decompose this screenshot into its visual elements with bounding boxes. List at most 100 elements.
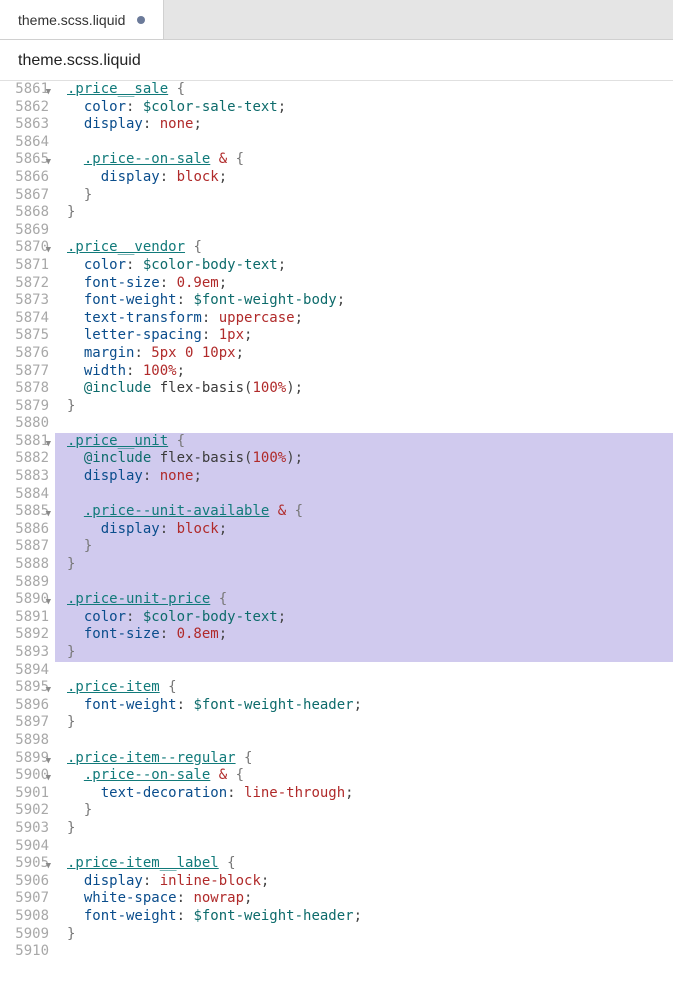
gutter-line: 5900▼	[0, 767, 49, 785]
code-line[interactable]: text-decoration: line-through;	[55, 785, 673, 803]
gutter-line: 5875	[0, 327, 49, 345]
code-line[interactable]: .price--on-sale & {	[55, 767, 673, 785]
gutter-line: 5883	[0, 468, 49, 486]
gutter-line: 5898	[0, 732, 49, 750]
gutter-line: 5909	[0, 926, 49, 944]
code-line[interactable]: font-size: 0.8em;	[55, 626, 673, 644]
code-line[interactable]: .price-item--regular {	[55, 750, 673, 768]
gutter-line: 5877	[0, 363, 49, 381]
code-line[interactable]: font-weight: $font-weight-body;	[55, 292, 673, 310]
gutter-line: 5876	[0, 345, 49, 363]
gutter-line: 5902	[0, 802, 49, 820]
tab-label: theme.scss.liquid	[18, 12, 125, 28]
code-line[interactable]: .price__vendor {	[55, 239, 673, 257]
code-line[interactable]: color: $color-body-text;	[55, 609, 673, 627]
code-line[interactable]: .price__sale {	[55, 81, 673, 99]
code-line[interactable]: .price-item__label {	[55, 855, 673, 873]
code-line[interactable]: color: $color-body-text;	[55, 257, 673, 275]
breadcrumb-file: theme.scss.liquid	[18, 52, 141, 69]
gutter-line: 5874	[0, 310, 49, 328]
code-line[interactable]: width: 100%;	[55, 363, 673, 381]
gutter-line: 5897	[0, 714, 49, 732]
code-line[interactable]	[55, 134, 673, 152]
code-line[interactable]: margin: 5px 0 10px;	[55, 345, 673, 363]
gutter-line: 5887	[0, 538, 49, 556]
gutter-line: 5865▼	[0, 151, 49, 169]
gutter-line: 5885▼	[0, 503, 49, 521]
code-line[interactable]: .price-item {	[55, 679, 673, 697]
gutter-line: 5888	[0, 556, 49, 574]
code-line[interactable]	[55, 732, 673, 750]
code-line[interactable]: display: inline-block;	[55, 873, 673, 891]
code-editor[interactable]: 5861▼5862586358645865▼586658675868586958…	[0, 81, 673, 961]
code-line[interactable]: }	[55, 204, 673, 222]
gutter-line: 5864	[0, 134, 49, 152]
code-line[interactable]	[55, 222, 673, 240]
code-line[interactable]: }	[55, 398, 673, 416]
code-line[interactable]: .price--on-sale & {	[55, 151, 673, 169]
code-line[interactable]: display: block;	[55, 521, 673, 539]
code-line[interactable]: white-space: nowrap;	[55, 890, 673, 908]
gutter-line: 5873	[0, 292, 49, 310]
tab-bar: theme.scss.liquid	[0, 0, 673, 40]
code-line[interactable]: }	[55, 714, 673, 732]
code-line[interactable]: .price-unit-price {	[55, 591, 673, 609]
code-line[interactable]	[55, 486, 673, 504]
gutter-line: 5890▼	[0, 591, 49, 609]
gutter-line: 5904	[0, 838, 49, 856]
code-line[interactable]: }	[55, 820, 673, 838]
gutter-line: 5906	[0, 873, 49, 891]
code-line[interactable]: font-weight: $font-weight-header;	[55, 908, 673, 926]
gutter-line: 5870▼	[0, 239, 49, 257]
code-line[interactable]	[55, 415, 673, 433]
code-line[interactable]	[55, 838, 673, 856]
code-line[interactable]: display: block;	[55, 169, 673, 187]
gutter-line: 5907	[0, 890, 49, 908]
tab-file[interactable]: theme.scss.liquid	[0, 0, 164, 39]
gutter-line: 5886	[0, 521, 49, 539]
gutter-line: 5867	[0, 187, 49, 205]
code-line[interactable]: .price__unit {	[55, 433, 673, 451]
code-line[interactable]: font-weight: $font-weight-header;	[55, 697, 673, 715]
gutter-line: 5896	[0, 697, 49, 715]
code-content[interactable]: .price__sale { color: $color-sale-text; …	[55, 81, 673, 961]
gutter-line: 5903	[0, 820, 49, 838]
gutter-line: 5866	[0, 169, 49, 187]
code-line[interactable]: }	[55, 538, 673, 556]
gutter-line: 5910	[0, 943, 49, 961]
gutter-line: 5891	[0, 609, 49, 627]
gutter-line: 5861▼	[0, 81, 49, 99]
gutter-line: 5905▼	[0, 855, 49, 873]
gutter-line: 5895▼	[0, 679, 49, 697]
code-line[interactable]: display: none;	[55, 116, 673, 134]
breadcrumb: theme.scss.liquid	[0, 40, 673, 81]
gutter-line: 5899▼	[0, 750, 49, 768]
line-gutter: 5861▼5862586358645865▼586658675868586958…	[0, 81, 55, 961]
gutter-line: 5892	[0, 626, 49, 644]
gutter-line: 5879	[0, 398, 49, 416]
gutter-line: 5882	[0, 450, 49, 468]
gutter-line: 5908	[0, 908, 49, 926]
code-line[interactable]: }	[55, 926, 673, 944]
code-line[interactable]: }	[55, 556, 673, 574]
code-line[interactable]: }	[55, 644, 673, 662]
gutter-line: 5884	[0, 486, 49, 504]
code-line[interactable]: text-transform: uppercase;	[55, 310, 673, 328]
code-line[interactable]: }	[55, 802, 673, 820]
code-line[interactable]: letter-spacing: 1px;	[55, 327, 673, 345]
gutter-line: 5880	[0, 415, 49, 433]
code-line[interactable]: color: $color-sale-text;	[55, 99, 673, 117]
code-line[interactable]	[55, 574, 673, 592]
code-line[interactable]: .price--unit-available & {	[55, 503, 673, 521]
code-line[interactable]: @include flex-basis(100%);	[55, 450, 673, 468]
code-line[interactable]: font-size: 0.9em;	[55, 275, 673, 293]
gutter-line: 5901	[0, 785, 49, 803]
code-line[interactable]: }	[55, 187, 673, 205]
code-line[interactable]: display: none;	[55, 468, 673, 486]
code-line[interactable]: @include flex-basis(100%);	[55, 380, 673, 398]
code-line[interactable]	[55, 943, 673, 961]
modified-indicator-icon	[137, 16, 145, 24]
gutter-line: 5871	[0, 257, 49, 275]
code-line[interactable]	[55, 662, 673, 680]
gutter-line: 5863	[0, 116, 49, 134]
